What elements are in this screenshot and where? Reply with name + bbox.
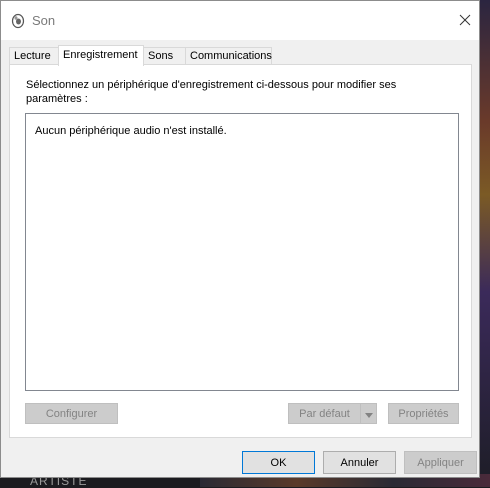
apply-button[interactable]: Appliquer bbox=[404, 451, 477, 474]
empty-device-message: Aucun périphérique audio n'est installé. bbox=[35, 125, 227, 137]
properties-button[interactable]: Propriétés bbox=[388, 403, 459, 424]
background-artwork bbox=[480, 0, 490, 487]
close-button[interactable] bbox=[455, 11, 475, 31]
tab-lecture[interactable]: Lecture bbox=[9, 47, 59, 64]
recording-panel: Sélectionnez un périphérique d'enregistr… bbox=[9, 64, 472, 438]
tab-enregistrement[interactable]: Enregistrement bbox=[58, 45, 144, 66]
cancel-button[interactable]: Annuler bbox=[323, 451, 396, 474]
tab-communications[interactable]: Communications bbox=[185, 47, 272, 64]
instruction-text: Sélectionnez un périphérique d'enregistr… bbox=[26, 79, 397, 105]
speaker-icon bbox=[11, 13, 25, 29]
device-list[interactable]: Aucun périphérique audio n'est installé. bbox=[25, 113, 459, 391]
set-default-button[interactable]: Par défaut bbox=[288, 403, 361, 424]
tab-sons[interactable]: Sons bbox=[143, 47, 186, 64]
set-default-dropdown[interactable] bbox=[360, 403, 377, 424]
ok-button[interactable]: OK bbox=[242, 451, 315, 474]
close-icon bbox=[459, 14, 471, 29]
configure-button[interactable]: Configurer bbox=[25, 403, 118, 424]
title-bar[interactable]: Son bbox=[1, 1, 479, 40]
window-title: Son bbox=[32, 13, 56, 28]
sound-dialog: Son Lecture Enregistrement Sons Communic… bbox=[0, 0, 480, 478]
chevron-down-icon bbox=[364, 407, 373, 421]
